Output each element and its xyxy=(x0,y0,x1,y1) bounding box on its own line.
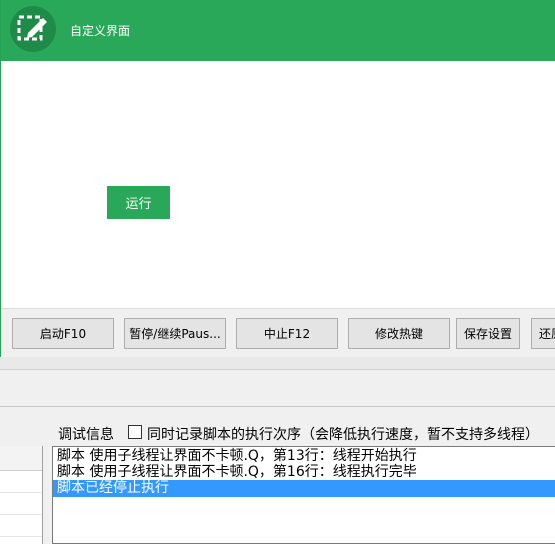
window-title: 自定义界面 xyxy=(70,24,131,38)
edit-select-icon xyxy=(10,6,56,52)
run-button[interactable]: 运行 xyxy=(107,186,170,219)
list-row-divider xyxy=(0,492,42,493)
record-order-checkbox[interactable] xyxy=(128,425,142,439)
debug-log-list[interactable]: 脚本 使用子线程让界面不卡顿.Q，第13行：线程开始执行 脚本 使用子线程让界面… xyxy=(52,446,555,544)
divider xyxy=(0,406,555,407)
left-list-header xyxy=(0,446,42,471)
start-button[interactable]: 启动F10 xyxy=(12,318,114,349)
save-settings-button[interactable]: 保存设置 xyxy=(456,318,520,349)
title-bar: 自定义界面 xyxy=(1,0,555,61)
host-band xyxy=(0,357,555,369)
log-line-selected[interactable]: 脚本已经停止执行 xyxy=(53,480,555,497)
custom-ui-window: 自定义界面 运行 启动F10 暂停/继续Paus... 中止F12 修改热键 保… xyxy=(0,0,555,358)
list-row-divider xyxy=(0,514,42,515)
debug-info-label: 调试信息 xyxy=(58,427,114,443)
toolbar: 启动F10 暂停/继续Paus... 中止F12 修改热键 保存设置 还原 xyxy=(1,308,555,358)
host-panel xyxy=(0,370,555,406)
pause-resume-button[interactable]: 暂停/继续Paus... xyxy=(124,318,226,349)
list-row-divider xyxy=(0,536,42,537)
modify-hotkey-button[interactable]: 修改热键 xyxy=(348,318,450,349)
log-line[interactable]: 脚本 使用子线程让界面不卡顿.Q，第16行：线程执行完毕 xyxy=(57,464,417,481)
record-order-label[interactable]: 同时记录脚本的执行次序（会降低执行速度，暂不支持多线程） xyxy=(147,424,539,444)
log-line[interactable]: 脚本 使用子线程让界面不卡顿.Q，第13行：线程开始执行 xyxy=(57,448,417,465)
stop-button[interactable]: 中止F12 xyxy=(236,318,338,349)
restore-button[interactable]: 还原 xyxy=(531,318,555,349)
